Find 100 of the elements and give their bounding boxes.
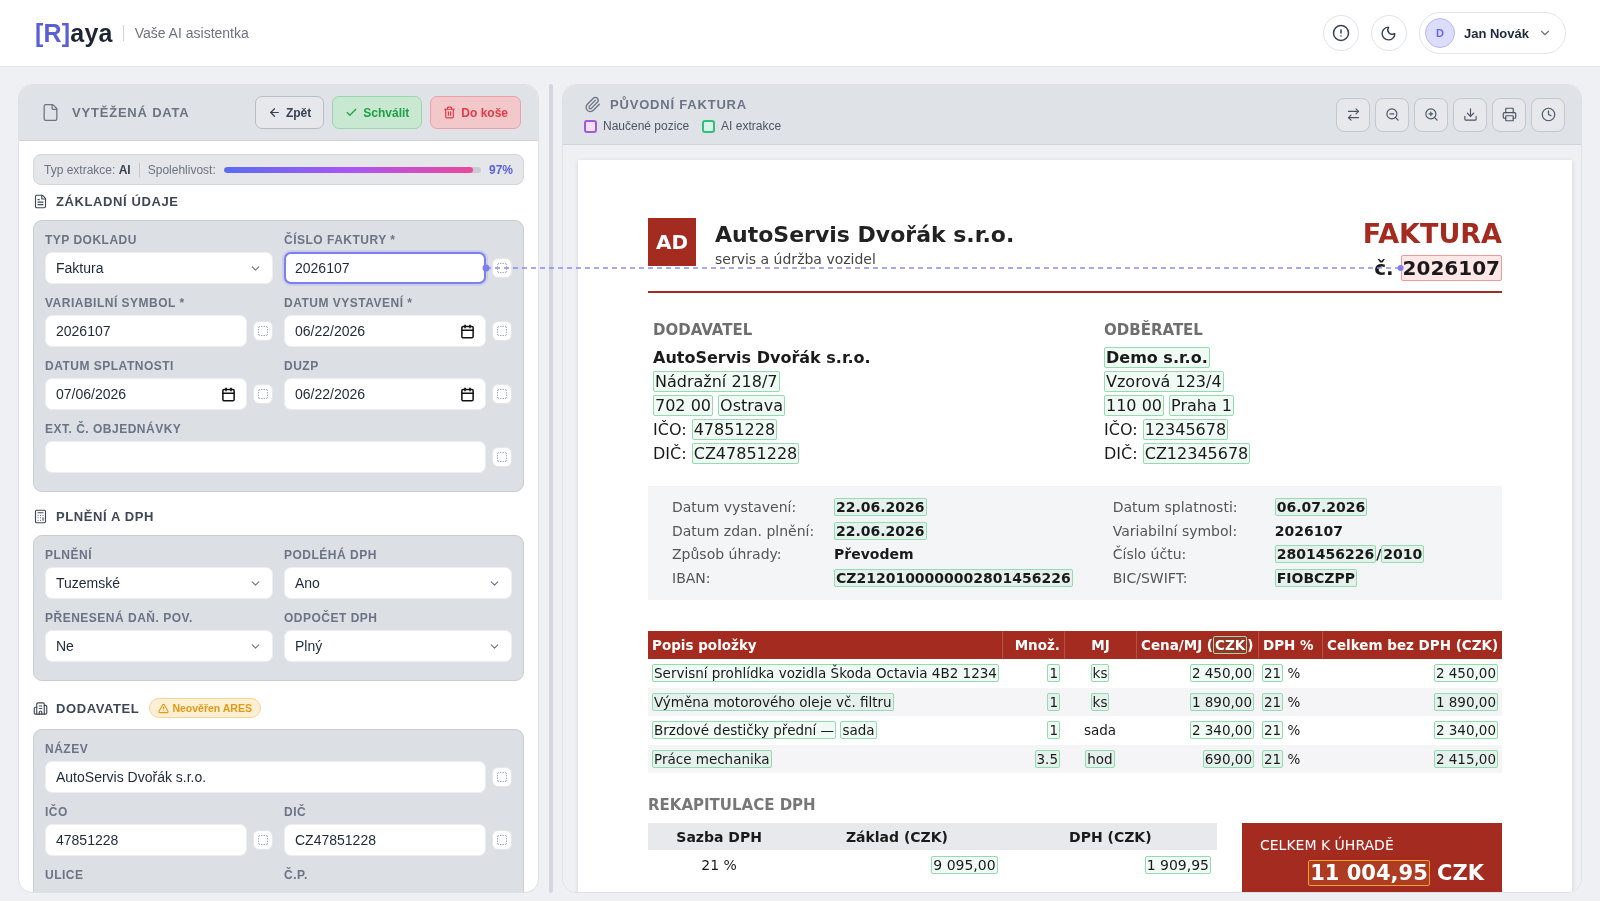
select-field[interactable]: Ne [45, 630, 273, 662]
column-header: Cena/MJ ( [1141, 637, 1214, 653]
section-title: REKAPITULACE DPH [648, 795, 816, 815]
field-label: DATUM VYSTAVENÍ * [284, 296, 413, 310]
column-header: Množ. [1014, 637, 1060, 653]
pick-button[interactable] [253, 830, 273, 850]
pick-button[interactable] [253, 384, 273, 404]
theme-button[interactable] [1370, 15, 1407, 51]
check-icon [345, 106, 359, 119]
total-label: CELKEM K ÚHRADĚ [1260, 836, 1394, 854]
column-header: Základ (CZK) [845, 828, 948, 845]
detail-label: Způsob úhrady: [672, 545, 782, 564]
invoice-number: 2026107 [1400, 255, 1502, 281]
pick-button[interactable] [492, 767, 512, 787]
field-label: TYP DOKLADU [45, 233, 137, 247]
pick-button[interactable] [492, 447, 512, 467]
tagline: Vaše AI asistentka [134, 25, 249, 41]
column-header: MJ [1091, 637, 1110, 653]
party-line: IČO: [653, 420, 687, 439]
zoom-out-button[interactable] [1375, 97, 1409, 132]
panel-title: PŮVODNÍ FAKTURA [610, 97, 747, 112]
field-label: PODLÉHÁ DPH [284, 548, 377, 562]
party-heading: ODBĚRATEL [1104, 320, 1203, 340]
zoom-in-button[interactable] [1414, 97, 1448, 132]
select-field[interactable]: Tuzemské [45, 567, 273, 599]
legend-label: Naučené pozice [603, 119, 690, 133]
swap-button[interactable] [1336, 97, 1370, 132]
party-line: DIČ: [1104, 444, 1138, 463]
date-field[interactable]: 07/06/2026 [45, 378, 247, 410]
party-line: IČO: [1104, 420, 1138, 439]
party-heading: DODAVATEL [653, 320, 753, 340]
pick-button[interactable] [492, 830, 512, 850]
dashed-square-icon [257, 388, 269, 400]
zoom-in-icon [1423, 107, 1439, 122]
cell-text: 1 890,00 [1433, 692, 1498, 711]
user-menu-button[interactable]: D Jan Novák [1418, 12, 1566, 54]
document-icon [33, 194, 48, 209]
text-field[interactable]: AutoServis Dvořák s.r.o. [45, 761, 486, 793]
detail-value: / [1376, 546, 1382, 562]
cell-text: 1 [1047, 664, 1060, 682]
cell-text: 1 890,00 [1189, 692, 1254, 711]
cell-text: sada [840, 721, 877, 739]
column-header: DPH % [1263, 637, 1314, 653]
detail-label: IBAN: [672, 568, 711, 588]
select-field[interactable]: Ano [284, 567, 512, 599]
company-name: AutoServis Dvořák s.r.o. [715, 221, 1015, 249]
cell-text: ks [1090, 692, 1110, 711]
warning-icon [158, 702, 170, 714]
column-header: DPH (CZK) [1069, 828, 1152, 845]
building-icon [33, 700, 48, 716]
pick-button[interactable] [492, 384, 512, 404]
cell-text: ks [1090, 664, 1110, 682]
cell-text: 3.5 [1034, 749, 1060, 768]
paperclip-icon [584, 96, 601, 113]
party-line: DIČ: [653, 444, 687, 463]
pick-button[interactable] [492, 321, 512, 341]
zoom-out-icon [1384, 107, 1400, 122]
select-field[interactable]: Plný [284, 630, 512, 662]
column-header: ) [1247, 637, 1254, 653]
party-name: AutoServis Dvořák s.r.o. [653, 348, 871, 367]
section-title: ZÁKLADNÍ ÚDAJE [56, 194, 179, 209]
download-button[interactable] [1453, 97, 1487, 132]
print-button[interactable] [1492, 97, 1526, 132]
calendar-icon [460, 323, 475, 339]
extraction-type: Typ extrakce: AI [44, 162, 131, 177]
cell-text: 9 095,00 [931, 856, 998, 874]
pick-button[interactable] [253, 321, 273, 341]
dashed-square-icon [257, 834, 269, 846]
cell-text: sada [1083, 722, 1117, 738]
cell-text: 21 [1262, 721, 1284, 739]
alert-button[interactable] [1322, 15, 1359, 51]
date-field[interactable]: 06/22/2026 [284, 315, 486, 347]
trash-icon [443, 106, 457, 119]
text-field[interactable]: 47851228 [45, 824, 247, 856]
history-button[interactable] [1531, 97, 1565, 132]
detail-label: Datum splatnosti: [1112, 498, 1238, 517]
detail-label: Variabilní symbol: [1112, 521, 1238, 541]
text-field[interactable]: 2026107 [284, 252, 486, 284]
cell-text: 2 340,00 [1189, 721, 1254, 739]
text-field[interactable]: CZ47851228 [284, 824, 486, 856]
section-title: PLNĚNÍ A DPH [56, 509, 154, 524]
field-label: IČO [45, 805, 68, 819]
badge-text: Neověřen ARES [172, 702, 252, 714]
cell-text: Servisní prohlídka vozidla Škoda Octavia 4B2 1234 [652, 664, 999, 682]
text-field[interactable] [45, 441, 486, 473]
text-field[interactable]: 2026107 [45, 315, 247, 347]
select-field[interactable]: Faktura [45, 252, 273, 284]
legend-label: AI extrakce [721, 119, 782, 133]
pick-button[interactable] [492, 258, 512, 278]
date-field[interactable]: 06/22/2026 [284, 378, 486, 410]
field-label: Č.P. [284, 868, 308, 882]
logo: [R]aya [35, 18, 113, 48]
back-button[interactable]: Zpět [254, 96, 325, 129]
confidence-label: Spolehlivost: [147, 162, 216, 177]
detail-value: 2801456226 [1274, 545, 1377, 563]
field-label: ULICE [45, 868, 84, 882]
detail-value: 2010 [1381, 545, 1425, 563]
dashed-square-icon [496, 834, 508, 846]
field-label: DUZP [284, 359, 319, 373]
field-label: PŘENESENÁ DAŇ. POV. [45, 611, 193, 625]
